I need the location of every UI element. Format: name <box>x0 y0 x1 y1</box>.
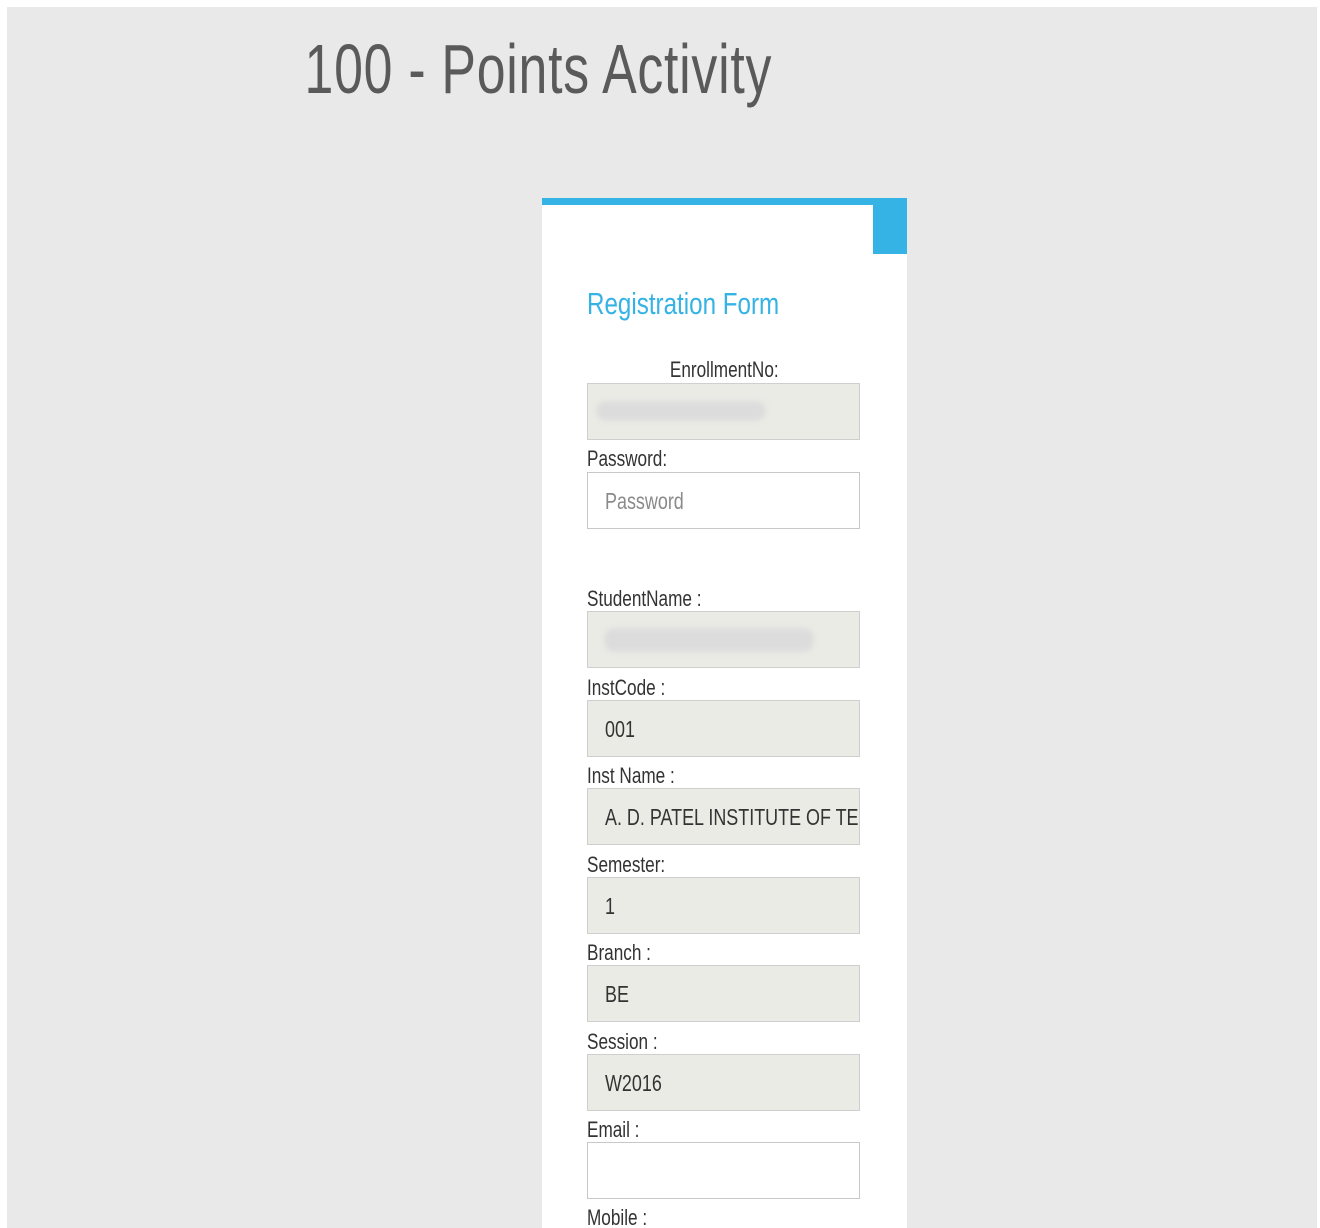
enrollment-redacted-value <box>596 401 766 421</box>
inst-name-label: Inst Name : <box>587 763 675 788</box>
semester-label: Semester: <box>587 852 666 877</box>
inst-code-field[interactable]: 001 <box>587 700 860 757</box>
session-value: W2016 <box>605 1070 662 1096</box>
password-placeholder: Password <box>605 488 684 514</box>
inst-name-value: A. D. PATEL INSTITUTE OF TECH <box>605 804 860 830</box>
student-name-field[interactable] <box>587 611 860 668</box>
password-label: Password: <box>587 446 668 471</box>
email-label: Email : <box>587 1117 640 1142</box>
password-field[interactable]: Password <box>587 472 860 529</box>
registration-card: Registration Form EnrollmentNo: Password… <box>542 198 907 1228</box>
page-background: 100 - Points Activity Registration Form … <box>7 7 1317 1228</box>
inst-code-value: 001 <box>605 716 635 742</box>
email-field[interactable] <box>587 1142 860 1199</box>
semester-value: 1 <box>605 893 615 919</box>
branch-label: Branch : <box>587 940 651 965</box>
form-heading: Registration Form <box>587 286 780 321</box>
semester-field[interactable]: 1 <box>587 877 860 934</box>
session-label: Session : <box>587 1029 658 1054</box>
card-corner-accent <box>873 205 907 254</box>
branch-value: BE <box>605 981 629 1007</box>
enrollment-label: EnrollmentNo: <box>669 357 779 382</box>
inst-code-label: InstCode : <box>587 675 666 700</box>
session-field[interactable]: W2016 <box>587 1054 860 1111</box>
mobile-label: Mobile : <box>587 1205 648 1228</box>
enrollment-field[interactable] <box>587 383 860 440</box>
student-name-label: StudentName : <box>587 586 702 611</box>
student-name-redacted-value <box>604 628 814 652</box>
page-title: 100 - Points Activity <box>304 30 773 108</box>
branch-field[interactable]: BE <box>587 965 860 1022</box>
inst-name-field[interactable]: A. D. PATEL INSTITUTE OF TECH <box>587 788 860 845</box>
